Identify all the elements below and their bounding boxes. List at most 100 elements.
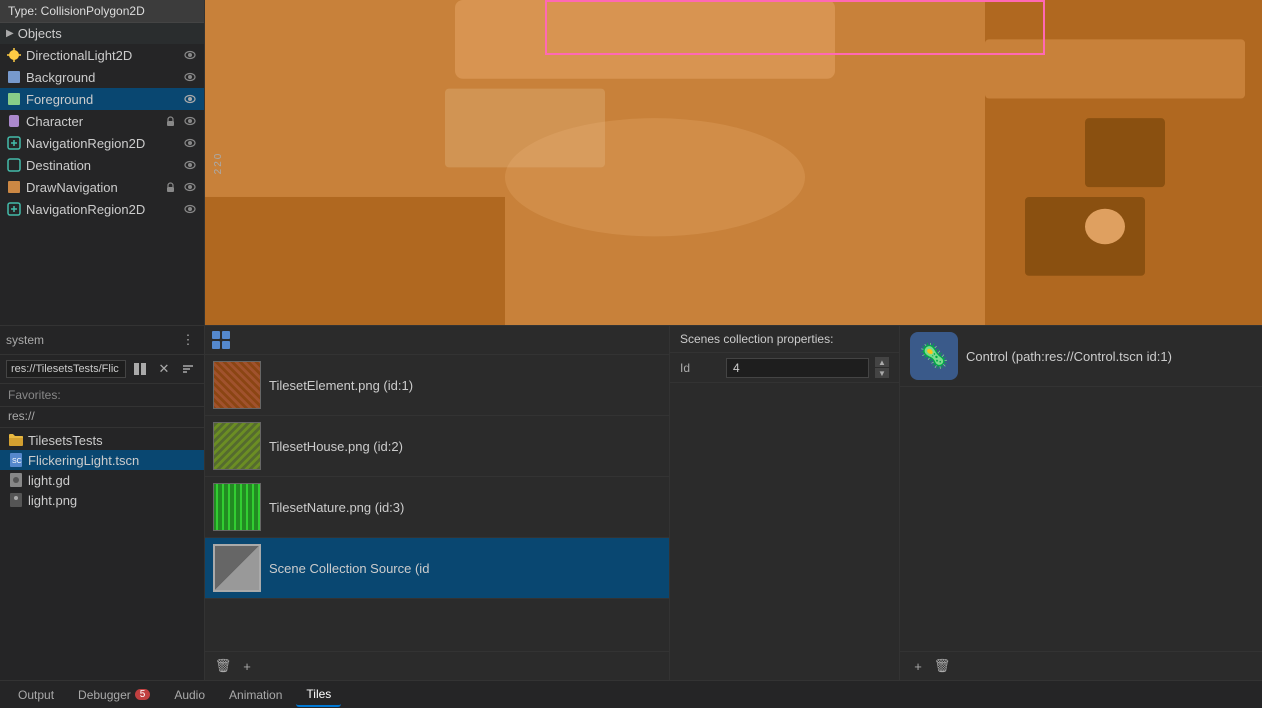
scene-item-background[interactable]: Background — [0, 66, 204, 88]
file-item-label: FlickeringLight.tscn — [28, 453, 139, 468]
source-add-btn[interactable]: + — [908, 656, 928, 676]
scene-item-label: Character — [26, 114, 158, 129]
tileset-list-panel: TilesetElement.png (id:1) TilesetHouse.p… — [205, 326, 670, 680]
terrain-svg — [205, 0, 1262, 325]
tileset-item-label: TilesetHouse.png (id:2) — [269, 439, 403, 454]
scene-item-directional[interactable]: DirectionalLight2D — [0, 44, 204, 66]
source-name: Control (path:res://Control.tscn id:1) — [966, 349, 1172, 364]
properties-id-row: Id ▲ ▼ — [670, 353, 899, 383]
visibility-btn[interactable] — [182, 157, 198, 173]
lock-icon[interactable] — [162, 179, 178, 195]
foreground-icon — [6, 91, 22, 107]
tooltip-bar: Type: CollisionPolygon2D — [0, 0, 204, 23]
split-view-btn[interactable] — [130, 359, 150, 379]
file-item-lightgd[interactable]: light.gd — [0, 470, 204, 490]
scene-item-label: DrawNavigation — [26, 180, 158, 195]
tab-tiles[interactable]: Tiles — [296, 683, 341, 707]
tileset-item-label: Scene Collection Source (id — [269, 561, 429, 576]
scene-item-foreground[interactable]: Foreground — [0, 88, 204, 110]
source-body — [900, 387, 1262, 651]
directionallight-icon — [6, 47, 22, 63]
source-icon-emoji: 🦠 — [919, 342, 949, 371]
tileset-item-nature[interactable]: TilesetNature.png (id:3) — [205, 477, 669, 538]
visibility-btn[interactable] — [182, 113, 198, 129]
image-icon — [8, 492, 24, 508]
tileset-thumbnail — [213, 422, 261, 470]
tileset-item-element[interactable]: TilesetElement.png (id:1) — [205, 355, 669, 416]
scene-item-destination[interactable]: Destination — [0, 154, 204, 176]
tileset-item-scene[interactable]: Scene Collection Source (id — [205, 538, 669, 599]
source-bottom-toolbar: + 🗑 — [900, 651, 1262, 680]
tab-output-label: Output — [18, 688, 54, 702]
tileset-list: TilesetElement.png (id:1) TilesetHouse.p… — [205, 355, 669, 651]
background-icon — [6, 69, 22, 85]
scene-list: DirectionalLight2D Background Foregrou — [0, 44, 204, 325]
viewport-scale-number: 220 — [213, 151, 224, 174]
id-spinner: ▲ ▼ — [875, 357, 889, 378]
scene-tree-sidebar: Type: CollisionPolygon2D ▶ Objects Direc… — [0, 0, 205, 325]
res-label: res:// — [8, 409, 35, 423]
destination-icon — [6, 157, 22, 173]
visibility-btn[interactable] — [182, 179, 198, 195]
visibility-btn[interactable] — [182, 135, 198, 151]
tileset-thumbnail — [213, 483, 261, 531]
file-item-flickering[interactable]: SC FlickeringLight.tscn — [0, 450, 204, 470]
tab-output[interactable]: Output — [8, 684, 64, 706]
tileset-toolbar — [205, 326, 669, 355]
scene-item-character[interactable]: Character — [0, 110, 204, 132]
visibility-btn[interactable] — [182, 47, 198, 63]
source-delete-btn[interactable]: 🗑 — [932, 656, 952, 676]
scene-file-icon: SC — [8, 452, 24, 468]
tileset-icon — [211, 330, 231, 350]
tileset-thumbnail — [213, 544, 261, 592]
scene-item-label: Destination — [26, 158, 178, 173]
tooltip-text: Type: CollisionPolygon2D — [8, 4, 145, 18]
scene-item-navregion2[interactable]: NavigationRegion2D — [0, 198, 204, 220]
lock-icon[interactable] — [162, 113, 178, 129]
source-header: 🦠 Control (path:res://Control.tscn id:1) — [900, 326, 1262, 387]
sort-btn[interactable] — [178, 359, 198, 379]
visibility-btn[interactable] — [182, 91, 198, 107]
tab-animation[interactable]: Animation — [219, 684, 292, 706]
path-bar: res://TilesetsTests/Flic ✕ — [0, 355, 204, 384]
character-icon — [6, 113, 22, 129]
tab-animation-label: Animation — [229, 688, 282, 702]
viewport-background: 220 — [205, 0, 1262, 325]
tileset-item-label: TilesetElement.png (id:1) — [269, 378, 413, 393]
scene-item-drawnavigation[interactable]: DrawNavigation — [0, 176, 204, 198]
tileset-item-house[interactable]: TilesetHouse.png (id:2) — [205, 416, 669, 477]
file-item-lightpng[interactable]: light.png — [0, 490, 204, 510]
spinner-down-btn[interactable]: ▼ — [875, 368, 889, 378]
bottom-tabs-bar: Output Debugger 5 Audio Animation Tiles — [0, 680, 1262, 708]
chevron-icon: ▶ — [6, 28, 14, 39]
file-item-tilesets[interactable]: TilesetsTests — [0, 430, 204, 450]
file-item-label: light.png — [28, 493, 77, 508]
tileset-delete-btn[interactable]: 🗑 — [213, 656, 233, 676]
visibility-btn[interactable] — [182, 201, 198, 217]
filesystem-options-btn[interactable]: ⋮ — [178, 330, 198, 350]
clear-search-btn[interactable]: ✕ — [154, 359, 174, 379]
tab-debugger[interactable]: Debugger 5 — [68, 684, 160, 706]
scene-item-navregion1[interactable]: NavigationRegion2D — [0, 132, 204, 154]
objects-row[interactable]: ▶ Objects — [0, 23, 204, 44]
visibility-btn[interactable] — [182, 69, 198, 85]
scene-collection-properties: Scenes collection properties: Id ▲ ▼ — [670, 326, 900, 680]
top-area: Type: CollisionPolygon2D ▶ Objects Direc… — [0, 0, 1262, 325]
objects-label: Objects — [18, 26, 62, 41]
scene-item-label: Background — [26, 70, 178, 85]
scene-item-label: DirectionalLight2D — [26, 48, 178, 63]
filesystem-toolbar: system ⋮ — [0, 326, 204, 355]
svg-text:SC: SC — [12, 458, 22, 465]
scene-item-label: NavigationRegion2D — [26, 202, 178, 217]
tileset-thumbnail — [213, 361, 261, 409]
source-panel: 🦠 Control (path:res://Control.tscn id:1)… — [900, 326, 1262, 680]
main-viewport[interactable]: 220 — [205, 0, 1262, 325]
file-item-label: light.gd — [28, 473, 70, 488]
tab-audio[interactable]: Audio — [164, 684, 215, 706]
path-input[interactable]: res://TilesetsTests/Flic — [6, 360, 126, 378]
tileset-add-btn[interactable]: + — [237, 656, 257, 676]
id-value-input[interactable] — [726, 358, 869, 378]
spinner-up-btn[interactable]: ▲ — [875, 357, 889, 367]
file-tree: TilesetsTests SC FlickeringLight.tscn li… — [0, 428, 204, 680]
filesystem-label: system — [6, 333, 44, 347]
